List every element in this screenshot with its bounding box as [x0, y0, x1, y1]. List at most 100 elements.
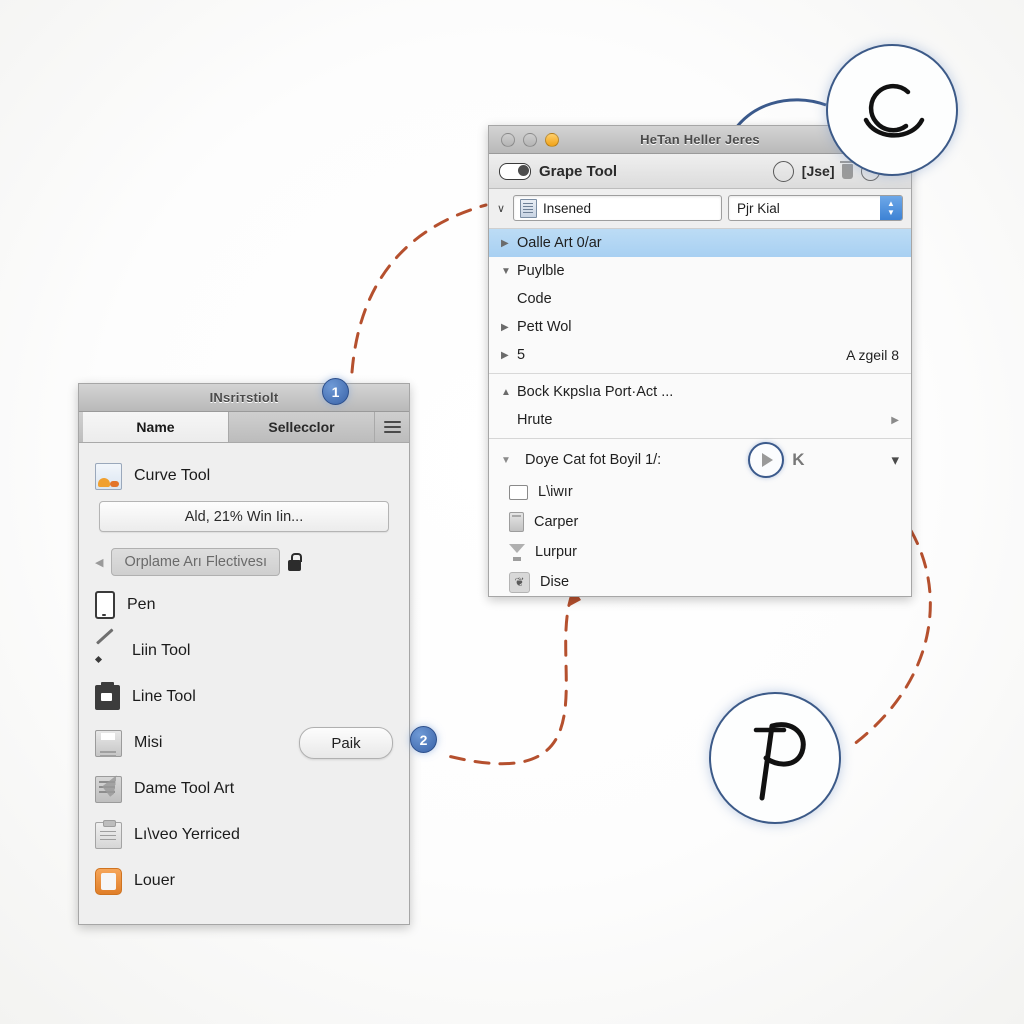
checkbox-icon[interactable] — [509, 484, 528, 500]
tool-list-item[interactable]: Pen — [79, 582, 409, 628]
right-field-row[interactable]: ∨ Insened Pjr Kial ▲ ▼ — [489, 189, 911, 229]
c-glyph-callout — [826, 44, 958, 176]
clipboard-icon — [95, 819, 122, 849]
sub-row[interactable]: ◀ Orplame Arı Flectivesı — [79, 542, 409, 582]
badge-one: 1 — [322, 378, 349, 405]
right-list-secondary[interactable]: ▲ Bock Kĸpslıa Port·Act ... Hrute — [489, 378, 911, 434]
list-item-label: Pett Wol — [517, 319, 572, 335]
chevron-down-icon[interactable]: ∨ — [495, 202, 507, 215]
list-item[interactable]: ▶ 5 A zgeil 8 — [489, 341, 911, 369]
phone-icon — [95, 591, 115, 619]
tool-list-item-label: Liin Tool — [132, 642, 191, 659]
pencil-icon — [95, 639, 120, 664]
sub-row-pill-label: Orplame Arı Flectivesı — [124, 554, 268, 570]
battery-icon — [509, 512, 524, 532]
list-item-label: Bock Kĸpslıa Port·Act ... — [517, 384, 674, 400]
wide-action-button[interactable]: Ald, 21% Win Iin... — [99, 501, 389, 532]
list-item[interactable]: ▶ Pett Wol — [489, 313, 911, 341]
tool-list-item[interactable]: Lı\veo Yerriced — [79, 812, 409, 858]
tool-list-item-label: Pen — [127, 596, 156, 613]
disclosure-icon[interactable]: ▶ — [501, 350, 517, 361]
list-item-label: Oalle Art 0/ar — [517, 235, 602, 251]
apple-icon: ❦ — [509, 571, 530, 593]
tool-title: Grape Tool — [539, 162, 618, 180]
right-window[interactable]: HeTan Heller Jeres Grape Tool [Jse] •• ∨… — [488, 125, 912, 597]
list-item-label: Puylble — [517, 263, 565, 279]
disclosure-icon[interactable]: ▼ — [501, 266, 517, 277]
list-divider — [489, 373, 911, 374]
left-body: Curve Tool Ald, 21% Win Iin... ◀ Orplame… — [79, 443, 409, 904]
list-item[interactable]: ▲ Bock Kĸpslıa Port·Act ... — [489, 378, 911, 406]
play-button-icon[interactable] — [748, 442, 785, 478]
section-item-label: L\iwır — [538, 484, 573, 500]
window-controls[interactable] — [489, 132, 559, 147]
tab-sellecclor[interactable]: Sellecclor — [229, 412, 375, 442]
tool-list-item-label: Dame Tool Art — [134, 780, 235, 797]
tool-list-item[interactable]: Misi Paik — [79, 720, 409, 766]
c-glyph-icon — [863, 83, 925, 138]
toggle-switch-icon[interactable] — [499, 162, 531, 180]
tab-sellecclor-label: Sellecclor — [268, 419, 335, 435]
sub-row-pill[interactable]: Orplame Arı Flectivesı — [111, 548, 281, 576]
list-item[interactable]: Hrute — [489, 406, 911, 434]
tool-list-item[interactable]: Dame Tool Art — [79, 766, 409, 812]
lock-icon[interactable] — [288, 553, 303, 571]
left-window[interactable]: INsriтstiolt Name Sellecclor Curve Tool … — [78, 383, 410, 925]
header-item-label: Curve Tool — [134, 467, 211, 484]
circle-outline-icon[interactable] — [772, 160, 794, 182]
tab-name[interactable]: Name — [83, 412, 229, 442]
left-item-list[interactable]: Pen Liin Tool Line Tool Misi Paik Dame Tool A… — [79, 582, 409, 904]
tool-list-item[interactable]: Line Tool — [79, 674, 409, 720]
use-label[interactable]: [Jse] — [802, 163, 835, 179]
list-item-label: Code — [517, 291, 552, 307]
hamburger-menu-icon[interactable] — [375, 412, 409, 442]
disclosure-icon[interactable]: ▶ — [501, 322, 517, 333]
maximize-button[interactable] — [545, 132, 559, 147]
section-item[interactable]: Lurpur — [489, 537, 911, 567]
search-input[interactable]: Insened — [513, 195, 722, 221]
section-header-label: Doye Cat fot Boyil 1/: — [525, 452, 662, 468]
list-item-label: 5 — [517, 347, 526, 363]
tool-list-item-label: Lı\veo Yerriced — [134, 826, 240, 843]
close-button[interactable] — [501, 132, 515, 147]
section-item[interactable]: Carper — [489, 507, 911, 537]
disclosure-icon[interactable]: ▶ — [501, 238, 517, 249]
right-list[interactable]: ▶ Oalle Art 0/ar ▼ Puylble Code ▶ Pett Wol ▶ 5 A … — [489, 229, 911, 369]
left-window-titlebar[interactable]: INsriтstiolt — [79, 384, 409, 412]
list-item[interactable]: ▶ Oalle Art 0/ar — [489, 229, 911, 257]
list-item-label: Hrute — [517, 412, 553, 428]
section-disclosure-icon[interactable]: ▼ — [501, 455, 517, 466]
tool-list-item-label: Louer — [134, 872, 175, 889]
tab-name-label: Name — [136, 419, 175, 435]
pak-button[interactable]: Paik — [299, 727, 393, 759]
search-input-value: Insened — [543, 200, 592, 216]
header-item-row[interactable]: Curve Tool — [79, 453, 409, 499]
photo-icon — [95, 462, 122, 490]
section-item[interactable]: L\iwır — [489, 477, 911, 507]
document-icon — [520, 198, 537, 218]
left-tabs[interactable]: Name Sellecclor — [79, 412, 409, 443]
minimize-button[interactable] — [523, 132, 537, 147]
list-item[interactable]: Code — [489, 285, 911, 313]
list-item-value: A zgeil 8 — [846, 347, 899, 363]
badge-two: 2 — [410, 726, 437, 753]
chevron-down-icon[interactable]: ▾ — [891, 451, 899, 469]
note-icon — [95, 775, 122, 803]
tool-list-item-label: Misi — [134, 734, 163, 751]
p-glyph-icon — [753, 722, 806, 801]
tool-list-item[interactable]: Louer — [79, 858, 409, 904]
tool-list-item[interactable]: Liin Tool — [79, 628, 409, 674]
section-item-list[interactable]: L\iwır Carper Lurpur ❦ Dise — [489, 477, 911, 597]
chevron-left-icon[interactable]: ◀ — [95, 556, 103, 569]
stepper-buttons[interactable]: ▲ ▼ — [880, 196, 902, 220]
mode-select-value: Pjr Kial — [737, 200, 780, 216]
trash-icon[interactable] — [840, 160, 856, 179]
mode-select[interactable]: Pjr Kial ▲ ▼ — [728, 195, 903, 221]
disclosure-icon[interactable]: ▲ — [501, 387, 517, 398]
section-item-label: Dise — [540, 574, 570, 590]
right-section: ▼ Doye Cat fot Boyil 1/: K ▾ L\iwır Carpe… — [489, 438, 911, 597]
list-item[interactable]: ▼ Puylble — [489, 257, 911, 285]
section-item[interactable]: ❦ Dise — [489, 567, 911, 597]
section-header[interactable]: ▼ Doye Cat fot Boyil 1/: K ▾ — [489, 442, 911, 478]
left-window-title: INsriтstiolt — [209, 390, 279, 405]
